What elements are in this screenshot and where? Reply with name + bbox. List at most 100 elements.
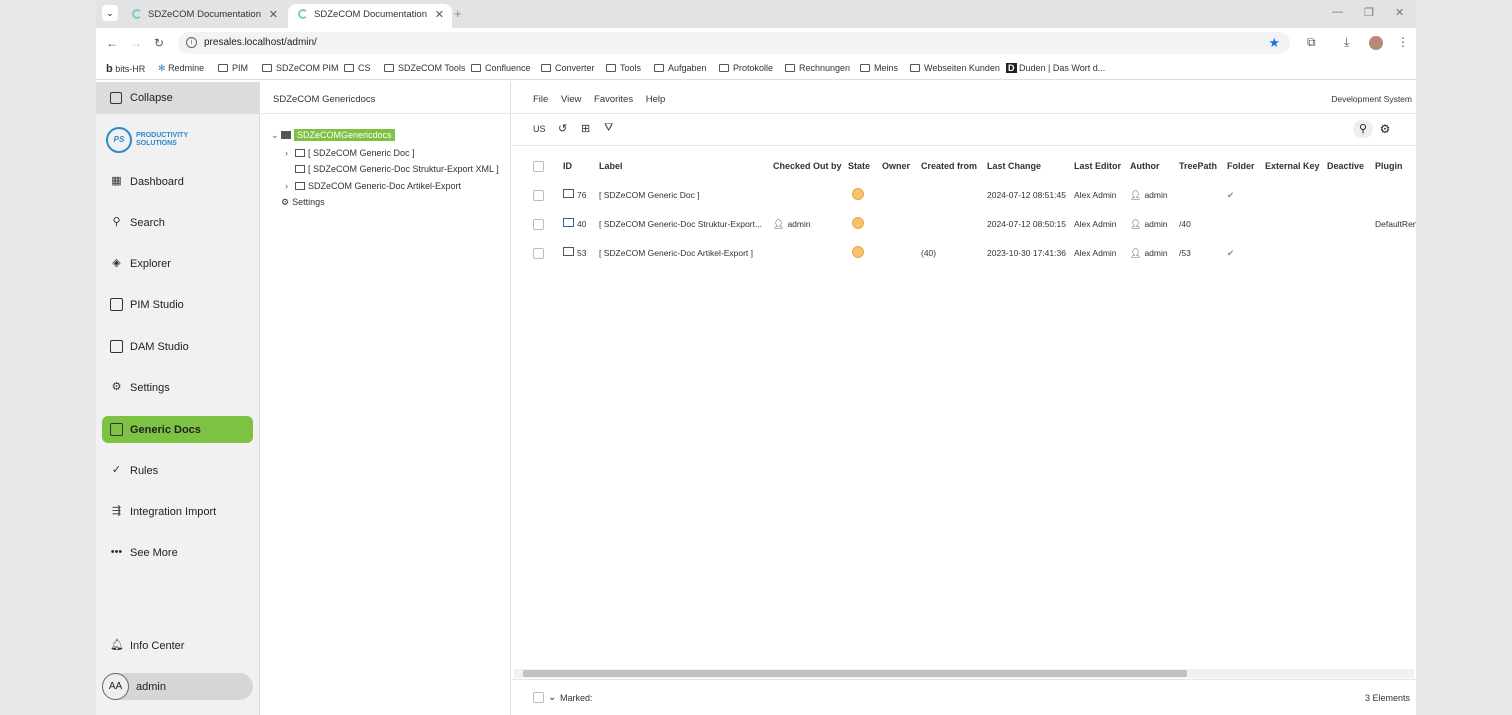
- browser-tab[interactable]: SDZeCOM Documentation ✕: [122, 4, 286, 28]
- download-icon[interactable]: ⤓: [1344, 35, 1349, 50]
- column-header[interactable]: State: [848, 161, 870, 171]
- bookmark-item[interactable]: Webseiten Kunden: [910, 63, 1000, 73]
- back-icon[interactable]: ←: [106, 36, 118, 50]
- menu-dots-icon[interactable]: ⋮: [1397, 35, 1409, 49]
- column-header[interactable]: TreePath: [1179, 161, 1217, 171]
- column-header[interactable]: Plugin: [1375, 161, 1403, 171]
- bookmark-item[interactable]: D Duden | Das Wort d...: [1006, 63, 1105, 73]
- row-checkbox[interactable]: [533, 248, 544, 259]
- bookmark-item[interactable]: Tools: [606, 63, 641, 73]
- menu-help[interactable]: Help: [646, 94, 666, 105]
- tree-node[interactable]: › SDZeCOM Generic-Doc Artikel-Export: [285, 181, 461, 191]
- bookmark-item[interactable]: b bits-HR: [106, 63, 145, 75]
- column-header[interactable]: Created from: [921, 161, 977, 171]
- tree-node[interactable]: [ SDZeCOM Generic-Doc Struktur-Export XM…: [295, 164, 499, 174]
- browser-tab-active[interactable]: SDZeCOM Documentation ✕: [288, 4, 452, 28]
- sidebar-item-see-more[interactable]: ••• See More: [102, 539, 253, 566]
- bookmark-item[interactable]: Meins: [860, 63, 898, 73]
- chevron-down-icon[interactable]: ⌄: [548, 692, 556, 703]
- add-document-icon[interactable]: ⊞: [581, 122, 590, 135]
- marked-label: Marked:: [560, 693, 593, 703]
- sidebar-item-integration-import[interactable]: ⇶ Integration Import: [102, 498, 253, 525]
- table-row[interactable]: 76 [ SDZeCOM Generic Doc ] 2024-07-12 08…: [512, 182, 1416, 211]
- column-header[interactable]: Label: [599, 161, 623, 171]
- extensions-icon[interactable]: ⧉: [1307, 35, 1316, 50]
- forward-icon[interactable]: →: [130, 36, 142, 50]
- horizontal-scrollbar[interactable]: [514, 669, 1414, 678]
- tab-search-icon[interactable]: ⌄: [102, 5, 118, 21]
- bookmark-item[interactable]: Confluence: [471, 63, 531, 73]
- row-checkbox[interactable]: [533, 219, 544, 230]
- close-icon[interactable]: ✕: [269, 4, 278, 26]
- new-tab-icon[interactable]: +: [454, 6, 462, 21]
- tree-node-settings[interactable]: ⚙ Settings: [281, 197, 325, 208]
- menu-view[interactable]: View: [561, 94, 581, 105]
- reload-icon[interactable]: ↻: [154, 36, 164, 50]
- refresh-icon[interactable]: ↺: [558, 122, 567, 135]
- filter-icon[interactable]: ⛛: [604, 122, 613, 135]
- user-menu[interactable]: AA admin: [102, 673, 253, 700]
- column-header[interactable]: ID: [563, 161, 572, 171]
- column-header[interactable]: Last Change: [987, 161, 1041, 171]
- site-info-icon[interactable]: i: [186, 37, 197, 48]
- folder-icon: [606, 64, 616, 72]
- close-icon[interactable]: ✕: [435, 4, 444, 26]
- column-header[interactable]: Folder: [1227, 161, 1255, 171]
- tree-title: SDZeCOM Genericdocs: [273, 94, 376, 105]
- sidebar-item-search[interactable]: ⚲ Search: [102, 209, 253, 236]
- profile-avatar[interactable]: [1369, 36, 1383, 50]
- user-icon: 👤︎: [1130, 219, 1142, 229]
- address-bar[interactable]: i presales.localhost/admin/ ★: [178, 32, 1290, 54]
- bookmark-item[interactable]: Aufgaben: [654, 63, 707, 73]
- doc-edit-icon: [563, 218, 574, 227]
- list-footer: ⌄ Marked: 3 Elements: [512, 679, 1416, 715]
- row-checkbox[interactable]: [533, 190, 544, 201]
- bookmark-item[interactable]: Rechnungen: [785, 63, 850, 73]
- tree-panel: SDZeCOM Genericdocs ⌄ SDZeCOMGenericdocs …: [261, 82, 511, 715]
- restore-icon[interactable]: ❐: [1364, 6, 1374, 19]
- sidebar-item-explorer[interactable]: ◈ Explorer: [102, 250, 253, 277]
- doc-icon: [295, 165, 305, 173]
- sidebar-item-rules[interactable]: ✓ Rules: [102, 457, 253, 484]
- search-icon[interactable]: ⚲: [1353, 120, 1373, 138]
- url-text[interactable]: presales.localhost/admin/: [204, 37, 317, 48]
- scrollbar-thumb[interactable]: [523, 670, 1187, 677]
- menu-favorites[interactable]: Favorites: [594, 94, 633, 105]
- minimize-icon[interactable]: —: [1332, 6, 1343, 18]
- bookmark-item[interactable]: Protokolle: [719, 63, 773, 73]
- mark-all-checkbox[interactable]: [533, 692, 544, 703]
- select-all-checkbox[interactable]: [533, 161, 544, 172]
- sidebar-item-pim-studio[interactable]: PIM Studio: [102, 291, 253, 318]
- sidebar-item-info-center[interactable]: 🔔︎ Info Center: [102, 632, 253, 659]
- sidebar-item-dam-studio[interactable]: DAM Studio: [102, 333, 253, 360]
- sidebar-item-generic-docs[interactable]: Generic Docs: [102, 416, 253, 443]
- table-row[interactable]: 53 [ SDZeCOM Generic-Doc Artikel-Export …: [512, 240, 1416, 269]
- column-header[interactable]: Checked Out by: [773, 161, 842, 171]
- table-row[interactable]: 40 [ SDZeCOM Generic-Doc Struktur-Export…: [512, 211, 1416, 240]
- sidebar: Collapse PS PRODUCTIVITY SOLUTIONS ▦ Dashb…: [96, 82, 260, 715]
- bookmark-item[interactable]: SDZeCOM PIM: [262, 63, 339, 73]
- chevron-right-icon: ›: [285, 148, 288, 158]
- column-header[interactable]: Deactive: [1327, 161, 1364, 171]
- tree-node[interactable]: ›[ SDZeCOM Generic Doc ]: [285, 148, 415, 158]
- bookmark-item[interactable]: PIM: [218, 63, 248, 73]
- tree-root[interactable]: ⌄ SDZeCOMGenericdocs: [271, 129, 395, 141]
- bookmark-item[interactable]: SDZeCOM Tools: [384, 63, 465, 73]
- column-header[interactable]: Author: [1130, 161, 1160, 171]
- bookmark-item[interactable]: CS: [344, 63, 371, 73]
- gear-icon[interactable]: ⚙: [1376, 120, 1394, 138]
- bookmark-star-icon[interactable]: ★: [1268, 35, 1280, 51]
- column-header[interactable]: External Key: [1265, 161, 1320, 171]
- column-header[interactable]: Owner: [882, 161, 910, 171]
- sidebar-item-settings[interactable]: ⚙ Settings: [102, 374, 253, 401]
- bookmark-item[interactable]: Converter: [541, 63, 595, 73]
- menu-file[interactable]: File: [533, 94, 548, 105]
- column-header[interactable]: Last Editor: [1074, 161, 1121, 171]
- language-selector[interactable]: US: [533, 124, 546, 134]
- bookmark-item[interactable]: ✻ Redmine: [158, 63, 204, 74]
- collapse-button[interactable]: Collapse: [96, 82, 260, 114]
- search-icon: ⚲: [112, 216, 121, 228]
- sidebar-item-dashboard[interactable]: ▦ Dashboard: [102, 168, 253, 195]
- window-close-icon[interactable]: ✕: [1395, 6, 1404, 19]
- doc-icon: [295, 149, 305, 157]
